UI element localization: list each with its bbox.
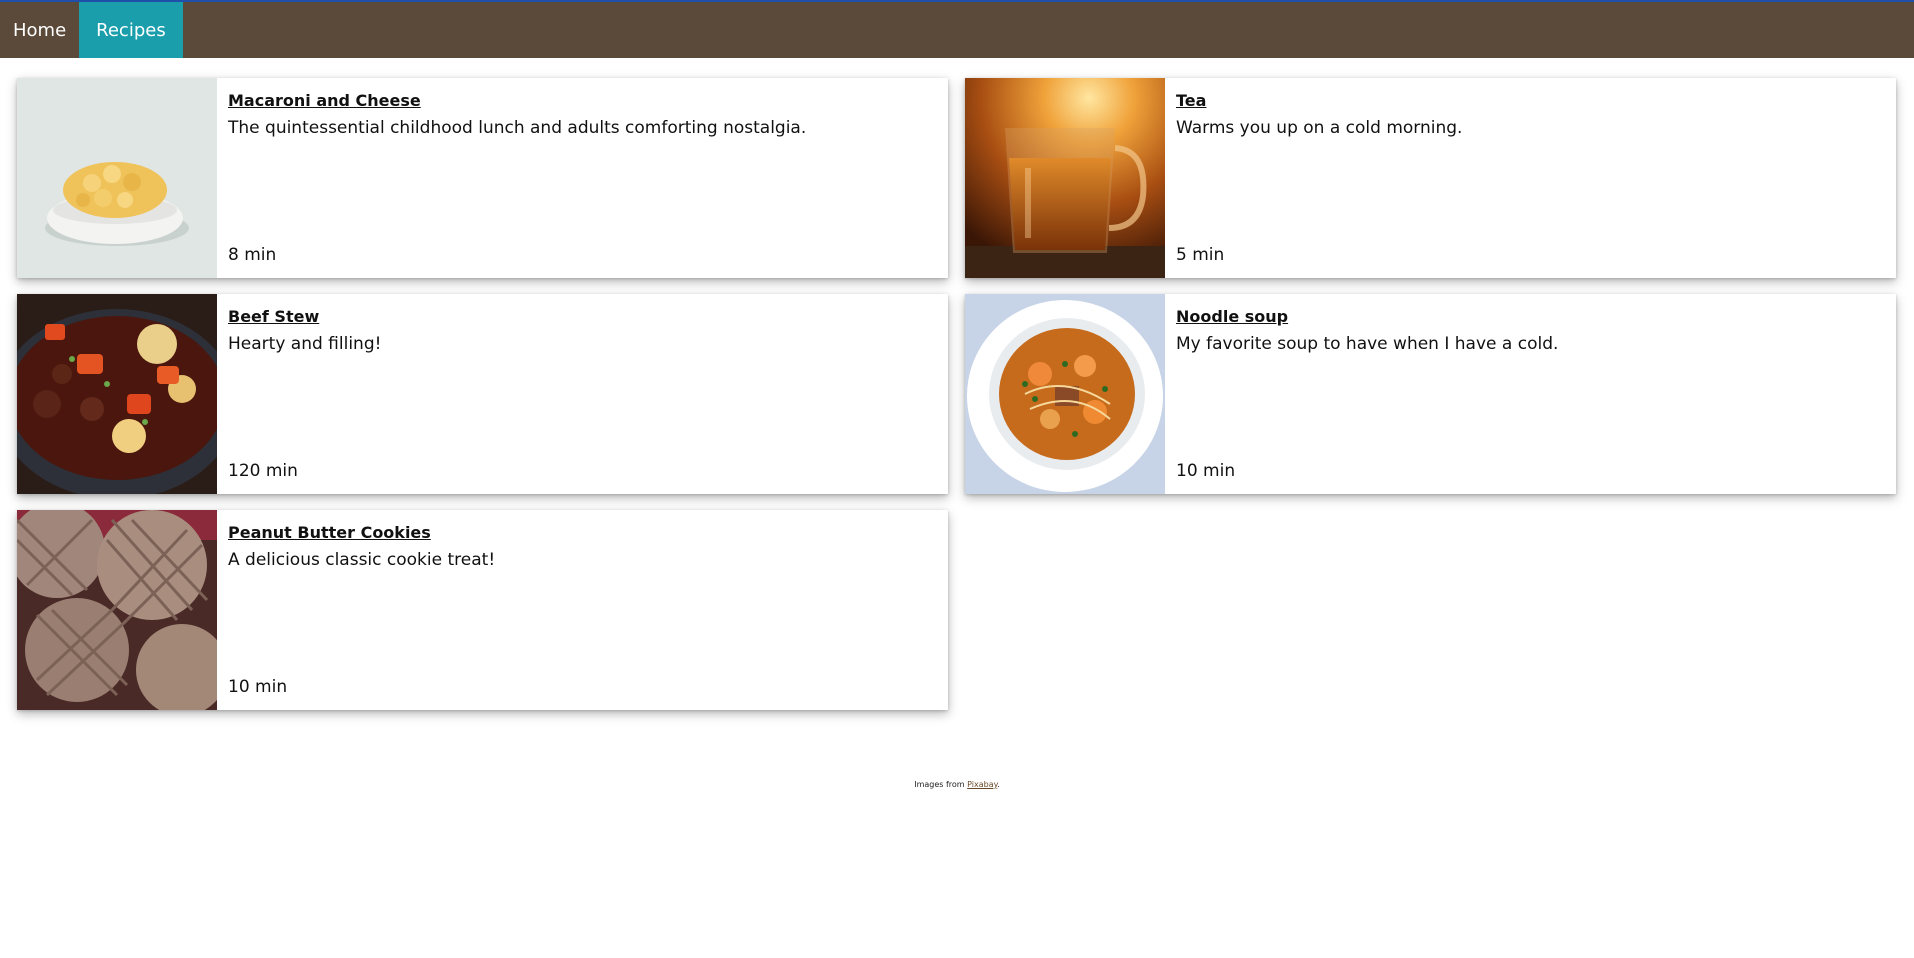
recipe-description: My favorite soup to have when I have a c… — [1176, 334, 1559, 354]
noodle-soup-image — [965, 294, 1165, 494]
tea-image — [965, 78, 1165, 278]
recipe-time: 120 min — [228, 461, 298, 481]
recipe-card: Peanut Butter Cookies A delicious classi… — [17, 510, 948, 710]
recipe-card-body: Macaroni and Cheese The quintessential c… — [217, 78, 948, 278]
image-credits: Images from Pixabay. — [0, 780, 1914, 789]
recipe-card: Noodle soup My favorite soup to have whe… — [965, 294, 1896, 494]
nav-home[interactable]: Home — [0, 2, 79, 58]
recipe-time: 10 min — [1176, 461, 1236, 481]
recipe-title-link[interactable]: Macaroni and Cheese — [228, 91, 421, 110]
recipe-description: Warms you up on a cold morning. — [1176, 118, 1463, 138]
recipe-card: Beef Stew Hearty and filling! 120 min — [17, 294, 948, 494]
recipe-title-link[interactable]: Peanut Butter Cookies — [228, 523, 431, 542]
beef-stew-image — [17, 294, 217, 494]
peanut-butter-cookies-image — [17, 510, 217, 710]
credits-suffix: . — [997, 780, 1000, 789]
recipe-card: Macaroni and Cheese The quintessential c… — [17, 78, 948, 278]
recipe-time: 5 min — [1176, 245, 1225, 265]
recipe-card-body: Noodle soup My favorite soup to have whe… — [1165, 294, 1896, 494]
credits-prefix: Images from — [914, 780, 968, 789]
recipe-card-body: Peanut Butter Cookies A delicious classi… — [217, 510, 948, 710]
recipe-title-link[interactable]: Noodle soup — [1176, 307, 1288, 326]
pixabay-link[interactable]: Pixabay — [967, 780, 997, 789]
recipe-description: The quintessential childhood lunch and a… — [228, 118, 807, 138]
recipe-title-link[interactable]: Tea — [1176, 91, 1206, 110]
recipe-description: Hearty and filling! — [228, 334, 382, 354]
recipe-title-link[interactable]: Beef Stew — [228, 307, 319, 326]
nav-recipes[interactable]: Recipes — [79, 2, 183, 58]
recipe-card-body: Beef Stew Hearty and filling! 120 min — [217, 294, 948, 494]
recipe-description: A delicious classic cookie treat! — [228, 550, 496, 570]
recipe-time: 8 min — [228, 245, 277, 265]
recipe-card-body: Tea Warms you up on a cold morning. 5 mi… — [1165, 78, 1896, 278]
top-nav-bar: Home Recipes — [0, 0, 1914, 58]
recipe-time: 10 min — [228, 677, 288, 697]
macaroni-and-cheese-image — [17, 78, 217, 278]
recipe-card: Tea Warms you up on a cold morning. 5 mi… — [965, 78, 1896, 278]
